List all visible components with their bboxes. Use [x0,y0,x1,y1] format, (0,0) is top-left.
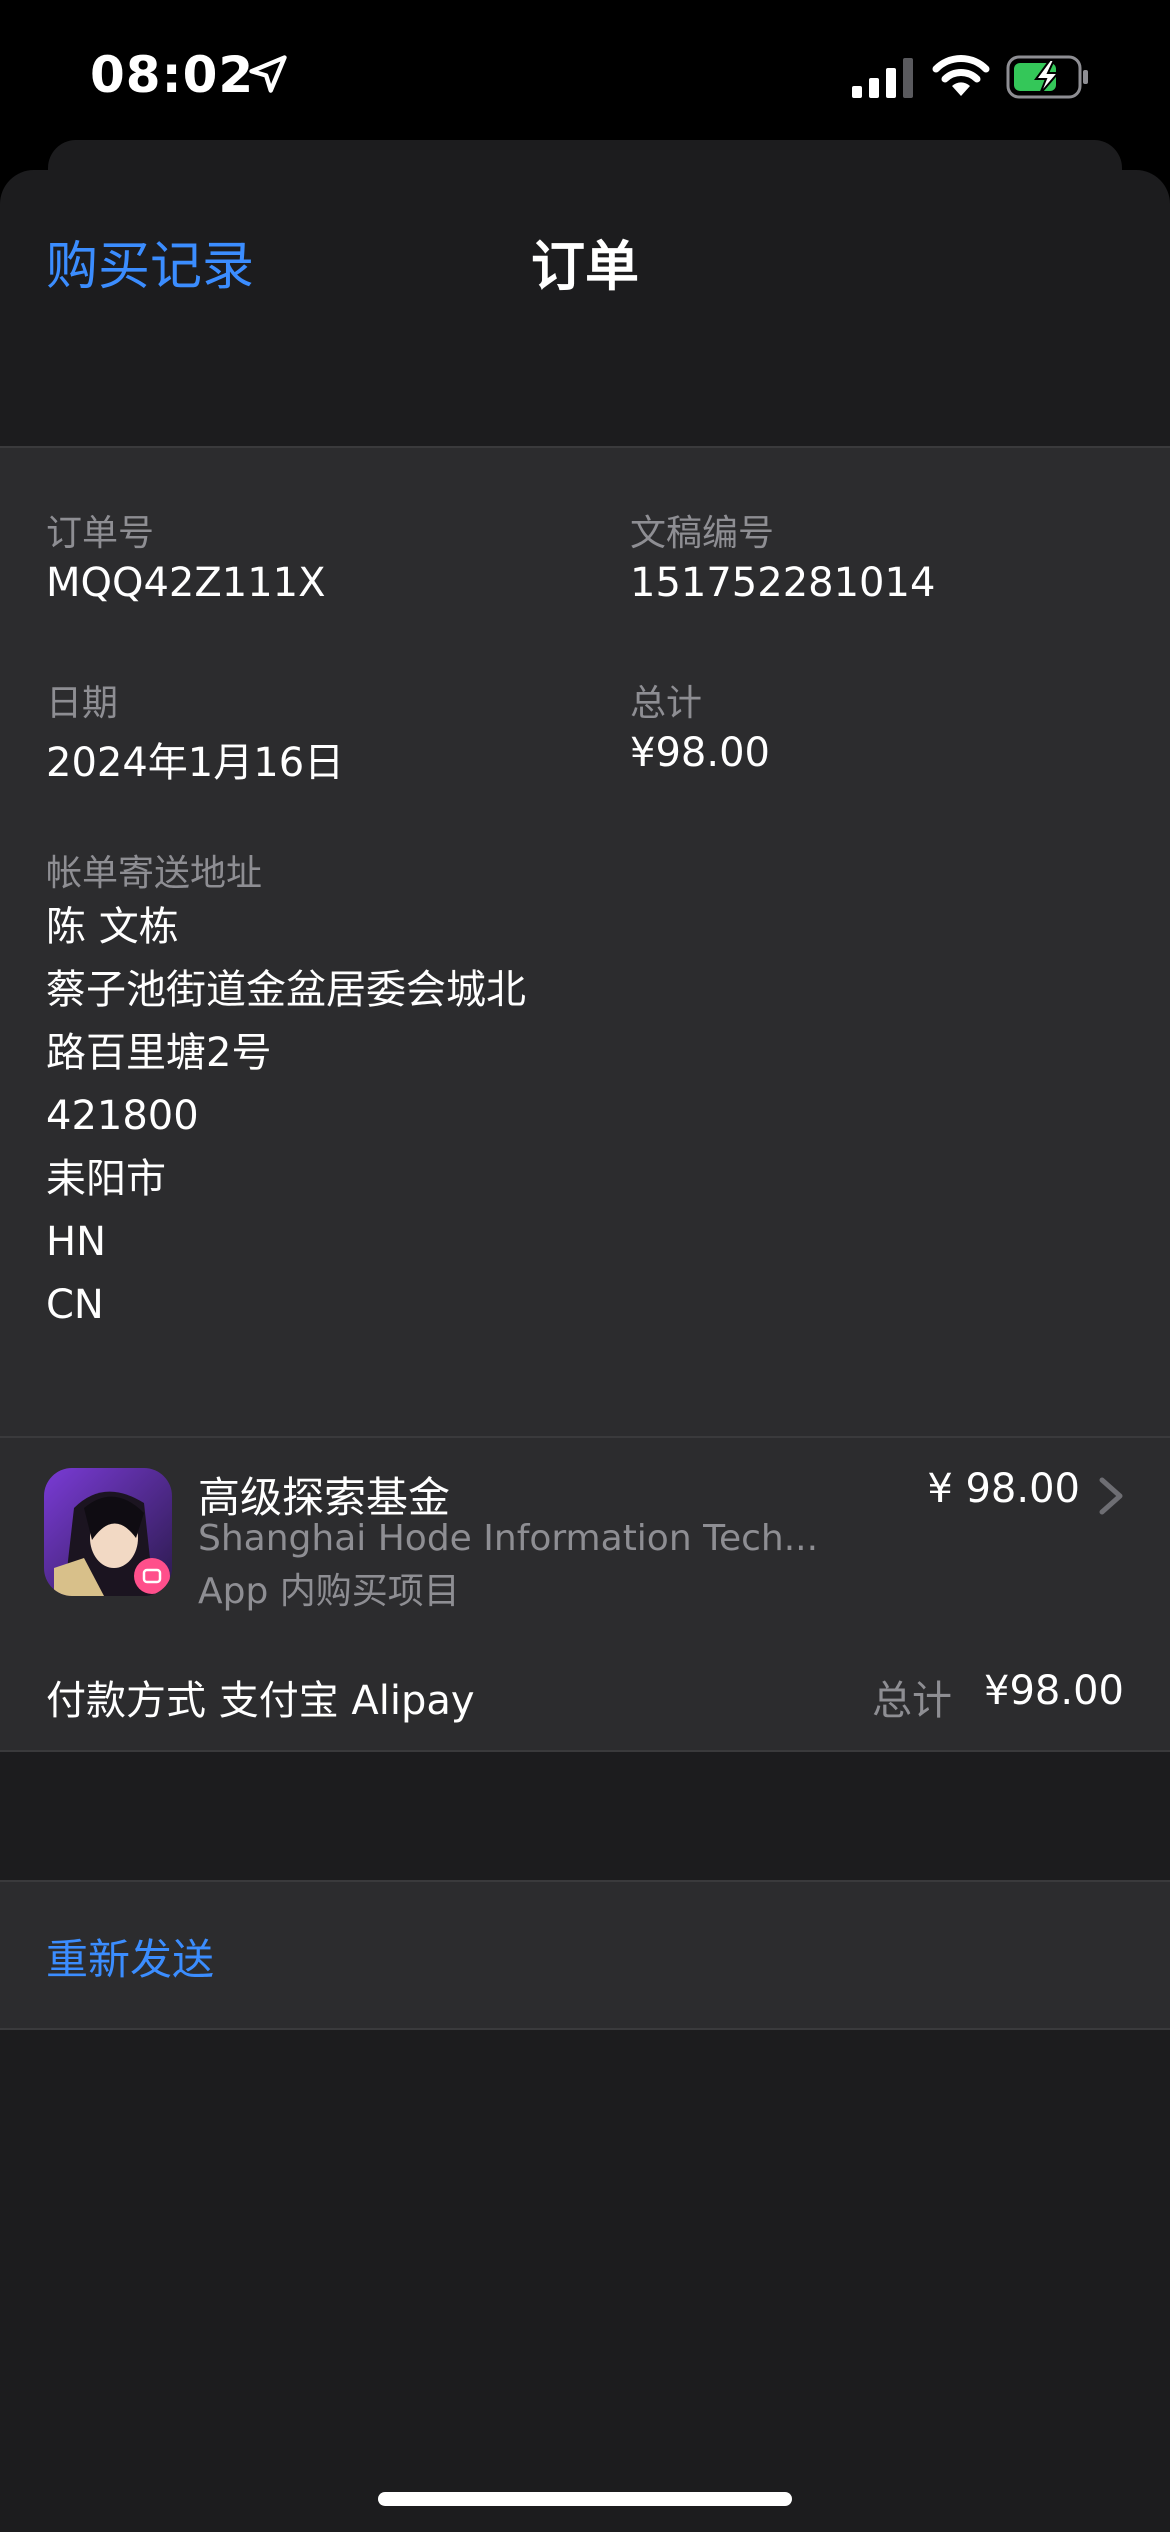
status-time: 08:02 [90,46,255,104]
billing-address-line: 路百里塘2号 [46,1030,272,1076]
billing-address-line: 陈 文栋 [46,904,179,950]
billing-address-line: HN [46,1219,106,1265]
resend-button[interactable]: 重新发送 [46,1926,214,1987]
order-info-section: 订单号 MQQ42Z111X 文稿编号 151752281014 日期 2024… [0,446,1170,1440]
battery-charging-icon [1006,55,1088,99]
purchase-item-row[interactable]: 高级探索基金 Shanghai Hode Information Tech...… [0,1436,1170,1636]
date-label: 日期 [46,683,119,724]
back-button[interactable]: 购买记录 [46,224,254,299]
item-developer: Shanghai Hode Information Tech... [198,1518,819,1559]
home-indicator[interactable] [378,2492,792,2506]
wifi-icon [932,55,990,96]
cellular-signal-icon [852,58,913,98]
order-number-value: MQQ42Z111X [46,560,326,606]
document-number-value: 151752281014 [630,560,936,606]
location-arrow-icon [249,55,287,93]
app-icon [44,1468,172,1596]
payment-total-label: 总计 [872,1678,952,1724]
payment-row: 付款方式 支付宝 Alipay 总计 ¥98.00 [0,1634,1170,1752]
billing-address-line: CN [46,1282,104,1328]
chevron-right-icon [1099,1477,1123,1515]
billing-address: 陈 文栋 蔡子池街道金盆居委会城北 路百里塘2号 421800 耒阳市 HN C… [46,896,526,1337]
item-price: ¥ 98.00 [927,1466,1080,1512]
payment-total-value: ¥98.00 [984,1668,1124,1714]
total-label: 总计 [630,683,703,724]
total-value: ¥98.00 [630,730,770,776]
billing-address-label: 帐单寄送地址 [46,853,263,894]
payment-method: 付款方式 支付宝 Alipay [46,1678,475,1724]
item-type: App 内购买项目 [198,1571,460,1612]
order-number-label: 订单号 [46,513,155,554]
billing-address-line: 421800 [46,1093,199,1139]
billing-address-line: 耒阳市 [46,1156,166,1202]
billing-address-line: 蔡子池街道金盆居委会城北 [46,967,526,1013]
status-bar: 08:02 [0,0,1170,150]
resend-section: 重新发送 [0,1880,1170,2030]
document-number-label: 文稿编号 [630,513,775,554]
item-title: 高级探索基金 [198,1473,451,1522]
date-value: 2024年1月16日 [46,740,345,786]
